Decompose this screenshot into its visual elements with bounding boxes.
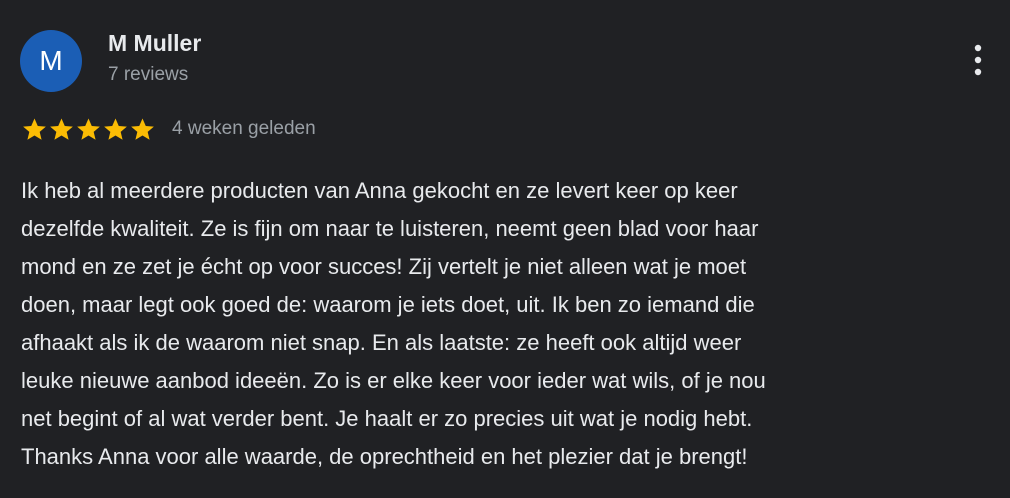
avatar[interactable]: M bbox=[20, 30, 82, 92]
avatar-initial: M bbox=[39, 45, 63, 76]
review-text-line: Thanks Anna voor alle waarde, de oprecht… bbox=[21, 444, 748, 469]
review-text-line: dezelfde kwaliteit. Ze is fijn om naar t… bbox=[21, 216, 759, 241]
review-count: 7 reviews bbox=[108, 64, 189, 85]
reviewer-name[interactable]: M Muller bbox=[108, 30, 201, 57]
review-text-line: afhaakt als ik de waarom niet snap. En a… bbox=[21, 330, 742, 355]
rating-row: 4 weken geleden bbox=[21, 116, 316, 142]
more-options-button[interactable] bbox=[960, 40, 996, 80]
star-filled-icon bbox=[129, 116, 156, 142]
star-filled-icon bbox=[102, 116, 129, 142]
star-filled-icon bbox=[48, 116, 75, 142]
star-rating bbox=[21, 116, 156, 142]
star-filled-icon bbox=[75, 116, 102, 142]
review-text-line: mond en ze zet je écht op voor succes! Z… bbox=[21, 254, 747, 279]
review-text: Ik heb al meerdere producten van Anna ge… bbox=[21, 172, 981, 476]
review-text-line: doen, maar legt ook goed de: waarom je i… bbox=[21, 292, 755, 317]
review-text-line: leuke nieuwe aanbod ideeën. Zo is er elk… bbox=[21, 368, 766, 393]
review-card: M M Muller 7 reviews 4 weken geleden Ik … bbox=[0, 0, 1010, 498]
review-text-line: Ik heb al meerdere producten van Anna ge… bbox=[21, 178, 738, 203]
review-date: 4 weken geleden bbox=[172, 118, 316, 139]
review-text-line: net begint of al wat verder bent. Je haa… bbox=[21, 406, 753, 431]
more-vertical-icon bbox=[974, 43, 982, 77]
star-filled-icon bbox=[21, 116, 48, 142]
